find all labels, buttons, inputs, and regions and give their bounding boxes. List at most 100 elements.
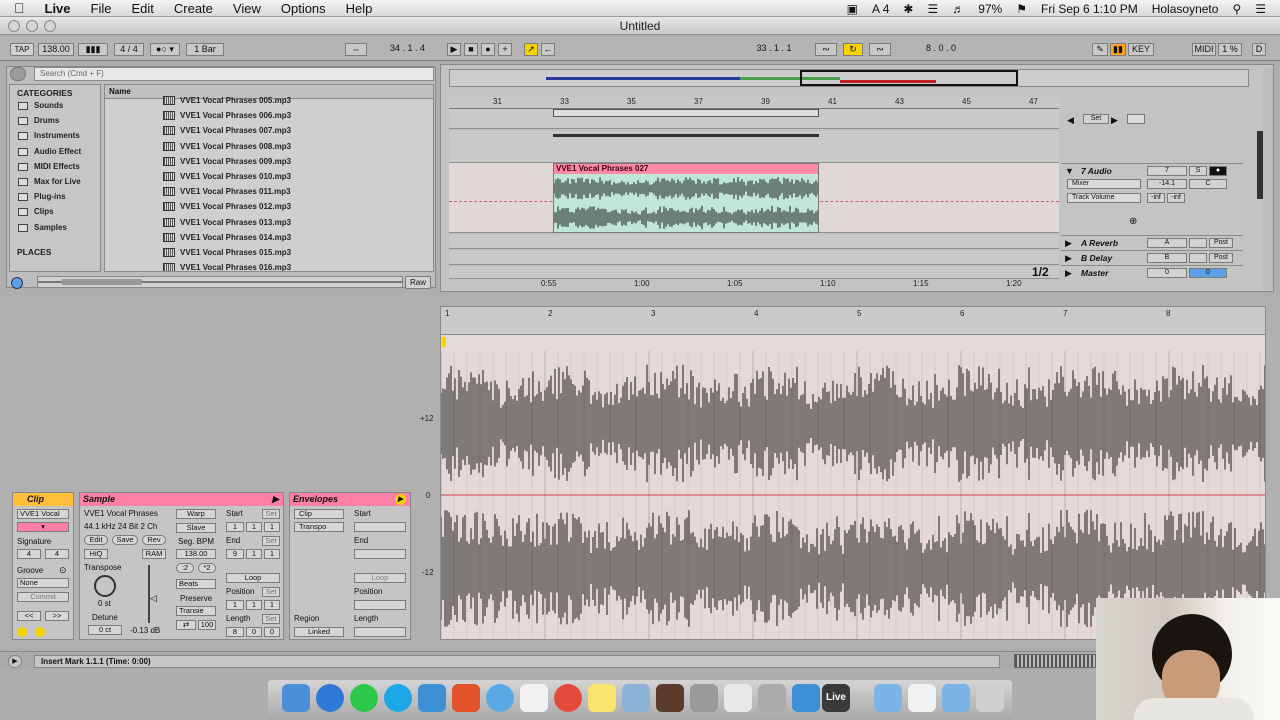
category-audio-effect[interactable]: Audio Effect [10,144,100,159]
script-editor-icon[interactable] [724,684,752,712]
itunes-icon[interactable] [316,684,344,712]
sample-beat-ruler[interactable]: 1 2 3 4 5 6 7 8 [441,307,1265,335]
chrome-icon[interactable] [554,684,582,712]
signature-denominator[interactable]: 4 [45,549,69,559]
position-sixteenth[interactable]: 1 [264,600,280,610]
back-to-arrangement-button[interactable]: ← [541,43,555,56]
menu-live[interactable]: Live [45,1,71,16]
arrangement-overview[interactable] [449,69,1249,87]
file-item[interactable]: VVE1 Vocal Phrases 014.mp3 [105,230,433,245]
signature-numerator[interactable]: 4 [17,549,41,559]
start-bar[interactable]: 1 [226,522,244,532]
loop-mode-button[interactable]: ⇄ [176,620,196,630]
gain-slider-thumb-icon[interactable]: ◁ [150,593,157,604]
length-beat[interactable]: 0 [246,627,262,637]
flag-icon[interactable]: ⚑ [1016,2,1027,16]
slave-button[interactable]: Slave [176,523,216,533]
edit-button[interactable]: Edit [84,535,108,545]
envelope-control-chooser[interactable]: Transpo [294,522,344,532]
transpose-knob[interactable] [94,575,116,597]
menu-view[interactable]: View [233,1,261,16]
file-item[interactable]: VVE1 Vocal Phrases 009.mp3 [105,154,433,169]
clip-activator-icon[interactable] [17,627,27,637]
bluetooth-icon[interactable]: ✱ [903,2,913,16]
detune-field[interactable]: 0 ct [88,625,122,635]
ram-button[interactable]: RAM [142,549,166,559]
loop-switch[interactable]: ↻ [843,43,863,56]
sample-editor[interactable]: 1 2 3 4 5 6 7 8 [440,306,1266,640]
start-set-button[interactable]: Set [262,509,280,519]
preview-app-icon[interactable] [622,684,650,712]
beat-time-ruler[interactable]: 31 33 35 37 39 41 43 45 47 [449,97,1059,109]
file-item[interactable]: VVE1 Vocal Phrases 013.mp3 [105,215,433,230]
length-sixteenth[interactable]: 0 [264,627,280,637]
track-name-7-audio[interactable]: 7 Audio [1081,166,1112,176]
apple-icon[interactable]:  [14,0,25,16]
reverb-track-header[interactable]: ▶ A Reverb A Post [1061,235,1243,250]
trash-icon[interactable] [976,684,1004,712]
gain-value[interactable]: -0.13 dB [130,626,160,635]
skype-icon[interactable] [384,684,412,712]
commit-button[interactable]: Commit [17,592,69,602]
meter-field[interactable]: 4 / 4 [114,43,144,56]
stop-button[interactable]: ■ [464,43,478,56]
tempo-field[interactable]: 138.00 [38,43,74,56]
start-beat[interactable]: 1 [246,522,262,532]
length-set-button[interactable]: Set [262,614,280,624]
follow-button[interactable]: ⇔ [345,43,367,56]
menu-file[interactable]: File [91,1,112,16]
reverb-post-button[interactable]: Post [1209,238,1233,248]
delay-lane[interactable] [449,251,1059,265]
end-set-button[interactable]: Set [262,536,280,546]
quantize-menu[interactable]: 1 Bar [186,43,224,56]
file-item[interactable]: VVE1 Vocal Phrases 007.mp3 [105,123,433,138]
delay-activator[interactable]: B [1147,253,1187,263]
lock-icon[interactable] [1127,114,1145,124]
clip-name-field[interactable]: VVE1 Vocal [17,509,69,519]
category-samples[interactable]: Samples [10,220,100,235]
photo-booth-icon[interactable] [656,684,684,712]
groove-chooser[interactable]: None [17,578,69,588]
raw-button[interactable]: Raw [405,276,431,289]
system-preferences-icon[interactable] [690,684,718,712]
audio-track-header[interactable]: ▼ 7 Audio Mixer Track Volume 7 S ● -14.1… [1061,163,1243,235]
sample-waveform[interactable] [441,351,1266,640]
track-name-reverb[interactable]: A Reverb [1081,238,1118,248]
pan-field[interactable]: C [1189,179,1227,189]
reverb-lane[interactable] [449,235,1059,249]
overview-track-strip[interactable] [1014,654,1096,668]
folder-icon[interactable] [874,684,902,712]
warp-button[interactable]: Warp [176,509,216,519]
file-item[interactable]: VVE1 Vocal Phrases 005.mp3 [105,93,433,108]
computer-midi-button[interactable]: ▮▮ [1110,43,1126,56]
file-item[interactable]: VVE1 Vocal Phrases 006.mp3 [105,108,433,123]
file-item[interactable]: VVE1 Vocal Phrases 010.mp3 [105,169,433,184]
halve-tempo-button[interactable]: :2 [176,563,194,573]
browser-toggle-button[interactable] [10,67,26,81]
close-window-button[interactable] [8,20,20,32]
nudge-left-button[interactable]: << [17,611,41,621]
menu-create[interactable]: Create [174,1,213,16]
track-name-delay[interactable]: B Delay [1081,253,1112,263]
file-item[interactable]: VVE1 Vocal Phrases 015.mp3 [105,245,433,260]
category-midi-effects[interactable]: MIDI Effects [10,159,100,174]
seg-bpm-field[interactable]: 138.00 [176,549,216,559]
mixer-chooser[interactable]: Mixer [1067,179,1141,189]
solo-button[interactable]: S [1189,166,1207,176]
finder-icon[interactable] [282,684,310,712]
disk-utility-icon[interactable] [758,684,786,712]
env-length-fields[interactable] [354,627,406,637]
reverb-solo[interactable] [1189,238,1207,248]
reverb-play-icon[interactable]: ▶ [1065,238,1072,249]
midi-map-button[interactable]: MIDI [1192,43,1216,56]
end-beat[interactable]: 1 [246,549,262,559]
overdub-button[interactable]: + [498,43,512,56]
track-name-master[interactable]: Master [1081,268,1108,278]
reverse-button[interactable]: Rev [142,535,166,545]
save-button[interactable]: Save [112,535,138,545]
position-set-button[interactable]: Set [262,587,280,597]
volume-icon[interactable]: ♬ [952,2,964,16]
minimize-window-button[interactable] [26,20,38,32]
env-loop-button[interactable]: Loop [354,573,406,583]
end-bar[interactable]: 9 [226,549,244,559]
